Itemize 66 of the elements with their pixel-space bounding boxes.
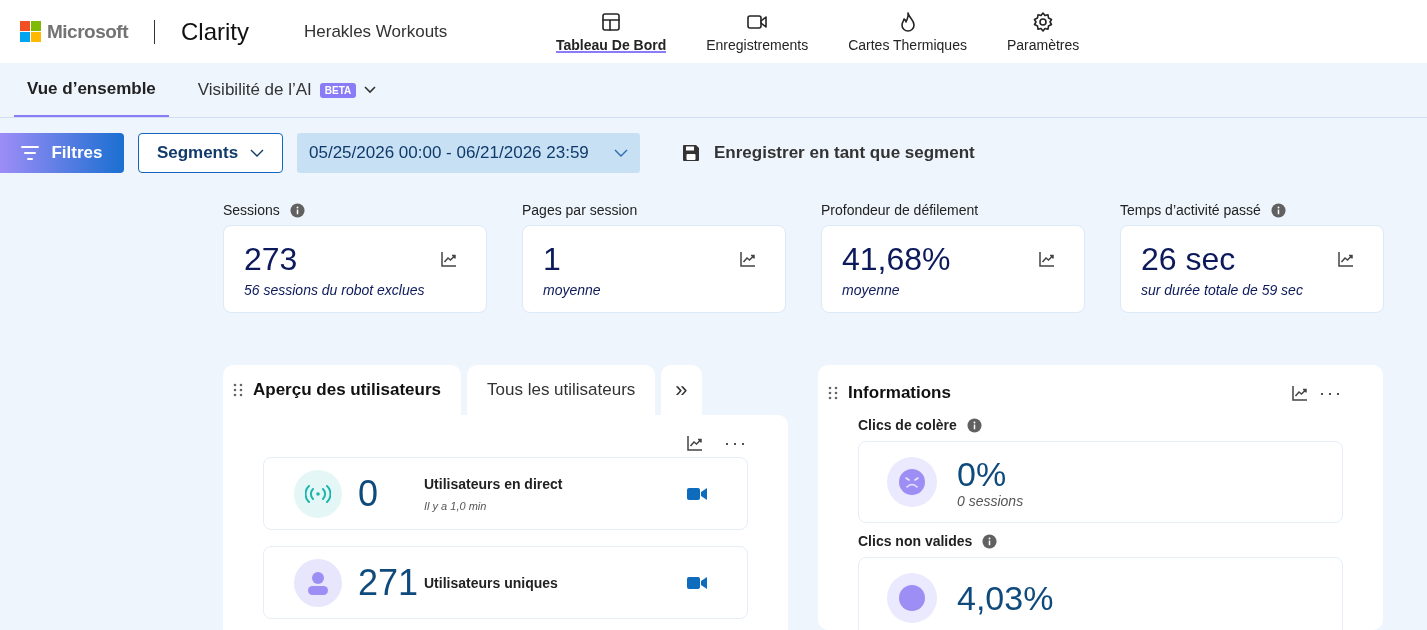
stat-note: Il y a 1,0 min (424, 499, 488, 512)
chevron-down-icon (250, 149, 265, 157)
date-range-picker[interactable]: 05/25/2026 00:00 - 06/21/2026 23:59 (297, 133, 640, 173)
insight-label: Clics non valides (858, 533, 973, 549)
trend-chart-icon[interactable] (440, 250, 458, 268)
settings-icon (1032, 10, 1055, 33)
nav-tab[interactable]: Enregistrements (686, 0, 829, 63)
dashboard-icon (600, 10, 623, 33)
panel-title: Informations (848, 383, 952, 403)
stat-label: Utilisateurs en direct (424, 475, 564, 492)
stat-label: Utilisateurs uniques (424, 574, 559, 591)
nav-tab[interactable]: Cartes Thermiques (828, 0, 987, 63)
insight-value: 0% (957, 455, 1008, 493)
metric-note: moyenne (842, 282, 901, 298)
chevron-down-icon (614, 149, 628, 157)
metric-note: 56 sessions du robot exclues (244, 282, 425, 298)
trend-chart-icon[interactable] (686, 434, 704, 452)
metric-label: Sessions (223, 202, 280, 218)
project-name[interactable]: Herakles Workouts (304, 21, 494, 42)
broadcast-signal-icon (305, 484, 331, 503)
filters-button[interactable]: Filtres (0, 133, 124, 173)
metric-label: Temps d’activité passé (1120, 202, 1261, 218)
segments-dropdown[interactable]: Segments (138, 133, 283, 173)
trend-chart-icon[interactable] (739, 250, 757, 268)
panel-tab[interactable]: Aperçu des utilisateurs (223, 365, 461, 415)
angry-face-icon (899, 469, 925, 495)
info-icon[interactable] (982, 533, 998, 549)
beta-badge: BETA (319, 82, 357, 98)
filter-icon (21, 146, 40, 160)
more-options-button[interactable]: ··· (1319, 382, 1343, 404)
insight-note: 0 sessions (957, 493, 1024, 509)
trend-chart-icon[interactable] (1291, 384, 1309, 402)
metric-note: sur durée totale de 59 sec (1141, 282, 1303, 298)
company-name: Microsoft (47, 20, 128, 43)
metric-value: 41,68% (842, 240, 951, 278)
product-name: Clarity (181, 17, 249, 46)
video-camera-icon[interactable] (687, 486, 707, 501)
info-icon[interactable] (1270, 202, 1286, 218)
stat-value: 271 (358, 561, 420, 604)
nav-tab[interactable]: Paramètres (986, 0, 1100, 63)
metric-value: 26 sec (1141, 240, 1237, 278)
save-icon (682, 144, 700, 162)
page-tab[interactable]: Vue d’ensemble (14, 63, 169, 117)
info-icon[interactable] (289, 202, 305, 218)
drag-handle-icon (828, 386, 838, 400)
metric-label: Profondeur de défilement (821, 202, 979, 218)
metric-value: 1 (543, 240, 562, 278)
drag-handle-icon (233, 383, 243, 397)
more-tabs-button[interactable]: » (661, 365, 702, 415)
nav-tab[interactable]: Tableau De Bord (536, 0, 687, 63)
panel-tab[interactable]: Tous les utilisateurs (467, 365, 656, 415)
info-icon[interactable] (966, 417, 982, 433)
logo-squares-icon (20, 21, 41, 42)
metric-note: moyenne (543, 282, 601, 298)
trend-chart-icon[interactable] (1038, 250, 1056, 268)
stat-value: 0 (358, 472, 380, 515)
metric-label: Pages par session (522, 202, 638, 218)
more-options-button[interactable]: ··· (724, 432, 748, 454)
metric-value: 273 (244, 240, 299, 278)
video-camera-icon[interactable] (687, 575, 707, 590)
page-tab[interactable]: Visibilité de l’AI BETA (184, 63, 390, 117)
trend-chart-icon[interactable] (1337, 250, 1355, 268)
insight-label: Clics de colère (858, 417, 957, 433)
insight-value: 4,03% (957, 579, 1054, 617)
person-icon (307, 570, 329, 595)
save-segment-button[interactable]: Enregistrer en tant que segment (676, 142, 981, 164)
